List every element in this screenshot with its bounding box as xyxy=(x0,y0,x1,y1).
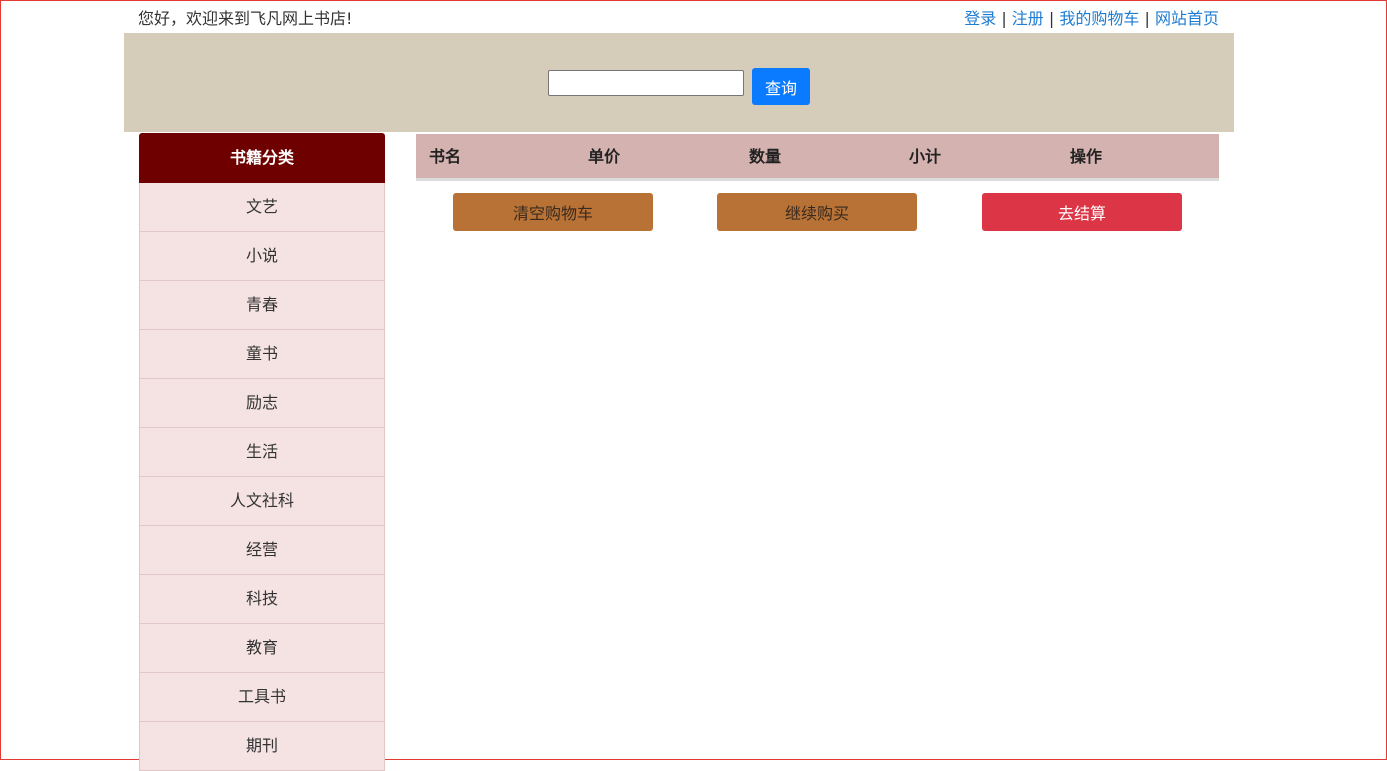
search-banner: 查询 xyxy=(124,33,1234,132)
category-sidebar: 书籍分类 文艺 小说 青春 童书 励志 生活 人文社科 经营 科技 教育 工具书… xyxy=(139,133,385,771)
clear-cart-button[interactable]: 清空购物车 xyxy=(453,193,653,231)
sidebar-item-humanities[interactable]: 人文社科 xyxy=(139,477,385,526)
cart-table-header: 书名 单价 数量 小计 操作 xyxy=(416,134,1219,181)
sidebar-item-reference[interactable]: 工具书 xyxy=(139,673,385,722)
sidebar-item-life[interactable]: 生活 xyxy=(139,428,385,477)
cart-panel: 书名 单价 数量 小计 操作 清空购物车 继续购买 去结算 xyxy=(416,134,1219,231)
sidebar-item-literature[interactable]: 文艺 xyxy=(139,183,385,232)
column-header-subtotal: 小计 xyxy=(909,147,942,166)
home-link[interactable]: 网站首页 xyxy=(1155,9,1219,28)
sidebar-item-education[interactable]: 教育 xyxy=(139,624,385,673)
link-separator: | xyxy=(1001,9,1007,28)
link-separator: | xyxy=(1048,9,1055,28)
column-header-actions: 操作 xyxy=(1070,147,1103,166)
sidebar-item-youth[interactable]: 青春 xyxy=(139,281,385,330)
search-input[interactable] xyxy=(548,70,744,96)
sidebar-item-novel[interactable]: 小说 xyxy=(139,232,385,281)
welcome-text: 您好，欢迎来到飞凡网上书店! xyxy=(138,9,353,28)
link-separator: | xyxy=(1144,9,1150,28)
top-bar: 您好，欢迎来到飞凡网上书店! 登录 | 注册 | 我的购物车 | 网站首页 xyxy=(138,5,1219,29)
register-link[interactable]: 注册 xyxy=(1012,9,1044,28)
checkout-button[interactable]: 去结算 xyxy=(982,193,1182,231)
login-link[interactable]: 登录 xyxy=(964,9,996,28)
sidebar-item-inspiration[interactable]: 励志 xyxy=(139,379,385,428)
search-button[interactable]: 查询 xyxy=(752,68,810,105)
sidebar-item-technology[interactable]: 科技 xyxy=(139,575,385,624)
column-header-title: 书名 xyxy=(429,147,462,166)
sidebar-item-children[interactable]: 童书 xyxy=(139,330,385,379)
top-links: 登录 | 注册 | 我的购物车 | 网站首页 xyxy=(964,5,1219,29)
sidebar-item-business[interactable]: 经营 xyxy=(139,526,385,575)
column-header-quantity: 数量 xyxy=(749,147,782,166)
my-cart-link[interactable]: 我的购物车 xyxy=(1059,9,1139,28)
column-header-price: 单价 xyxy=(588,147,621,166)
sidebar-title: 书籍分类 xyxy=(139,133,385,183)
continue-shopping-button[interactable]: 继续购买 xyxy=(717,193,917,231)
sidebar-item-periodicals[interactable]: 期刊 xyxy=(139,722,385,771)
